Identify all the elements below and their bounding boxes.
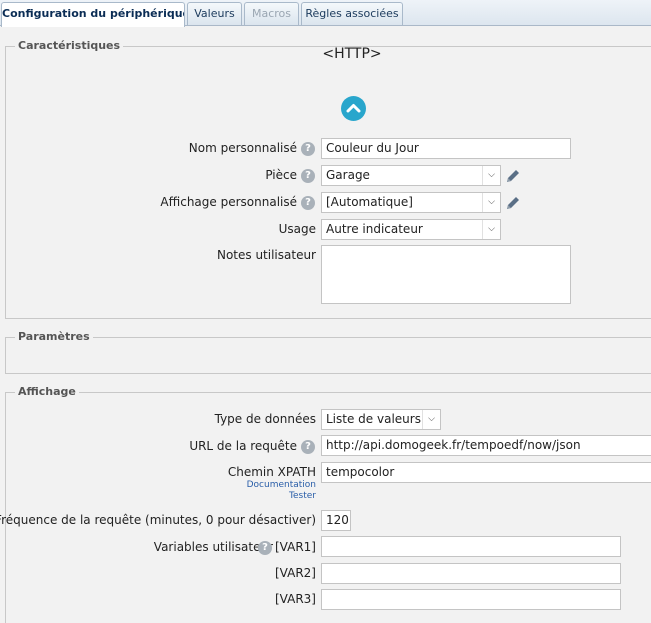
display-select-value: [Automatique] bbox=[326, 195, 413, 209]
room-select-value: Garage bbox=[326, 168, 370, 182]
usage-select[interactable]: Autre indicateur ⌵ bbox=[321, 219, 501, 240]
var2-input[interactable] bbox=[321, 563, 621, 584]
room-select[interactable]: Garage ⌵ bbox=[321, 165, 501, 186]
var2-label: [VAR2] bbox=[275, 566, 316, 580]
tab-bar: Configuration du périphérique Valeurs Ma… bbox=[0, 0, 651, 27]
parameters-legend: Paramètres bbox=[15, 330, 93, 343]
name-input[interactable]: Couleur du Jour bbox=[321, 138, 571, 159]
parameters-section: Paramètres bbox=[5, 330, 651, 374]
data-type-select-value: Liste de valeurs bbox=[326, 412, 421, 426]
var1-label: [VAR1] bbox=[275, 540, 316, 554]
help-icon[interactable]: ? bbox=[301, 169, 315, 183]
notes-label: Notes utilisateur bbox=[216, 248, 316, 262]
var3-input[interactable] bbox=[321, 589, 621, 610]
chevron-up-icon bbox=[346, 104, 361, 113]
help-icon[interactable]: ? bbox=[258, 541, 272, 555]
pencil-icon[interactable] bbox=[504, 167, 522, 185]
chevron-down-icon: ⌵ bbox=[482, 166, 500, 185]
chevron-down-icon: ⌵ bbox=[482, 193, 500, 212]
help-icon[interactable]: ? bbox=[301, 440, 315, 454]
frequency-label: Fréquence de la requête (minutes, 0 pour… bbox=[0, 513, 316, 527]
room-label: Pièce bbox=[265, 168, 297, 182]
data-type-label: Type de données bbox=[214, 412, 316, 426]
name-label: Nom personnalisé bbox=[188, 141, 297, 155]
url-label: URL de la requête bbox=[189, 439, 297, 453]
display-select[interactable]: [Automatique] ⌵ bbox=[321, 192, 501, 213]
documentation-link[interactable]: Documentation bbox=[247, 480, 316, 490]
data-type-select[interactable]: Liste de valeurs ⌵ bbox=[321, 409, 441, 430]
usage-select-value: Autre indicateur bbox=[326, 222, 423, 236]
help-icon[interactable]: ? bbox=[301, 142, 315, 156]
chevron-down-icon: ⌵ bbox=[422, 410, 440, 429]
collapse-button[interactable] bbox=[341, 96, 366, 121]
display-label: Affichage personnalisé bbox=[160, 195, 297, 209]
help-icon[interactable]: ? bbox=[301, 196, 315, 210]
notes-textarea[interactable] bbox=[321, 245, 571, 304]
var3-label: [VAR3] bbox=[275, 592, 316, 606]
tab-associated-rules[interactable]: Règles associées bbox=[301, 2, 403, 25]
url-input[interactable]: http://api.domogeek.fr/tempoedf/now/json bbox=[321, 435, 651, 456]
tab-device-configuration[interactable]: Configuration du périphérique bbox=[1, 2, 185, 27]
usage-label: Usage bbox=[278, 222, 316, 236]
tester-link[interactable]: Tester bbox=[289, 491, 316, 501]
tab-macros: Macros bbox=[244, 2, 299, 25]
device-type-title: <HTTP> bbox=[322, 46, 382, 62]
xpath-label: Chemin XPATH bbox=[227, 465, 316, 479]
tab-values[interactable]: Valeurs bbox=[187, 2, 242, 25]
user-vars-label: Variables utilisateur bbox=[153, 540, 273, 554]
display-legend: Affichage bbox=[15, 385, 79, 398]
characteristics-legend: Caractéristiques bbox=[15, 39, 124, 52]
frequency-input[interactable]: 120 bbox=[321, 510, 351, 531]
pencil-icon[interactable] bbox=[504, 194, 522, 212]
chevron-down-icon: ⌵ bbox=[482, 220, 500, 239]
var1-input[interactable] bbox=[321, 536, 621, 557]
xpath-input[interactable]: tempocolor bbox=[321, 462, 651, 483]
